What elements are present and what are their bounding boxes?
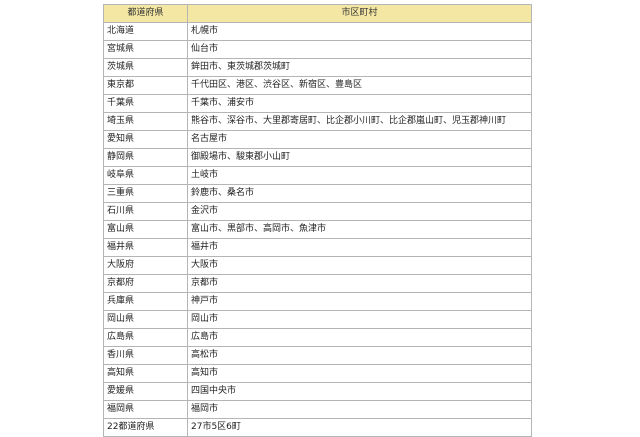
municipality-cell: 神戸市 [187, 292, 532, 311]
table-row: 愛媛県 四国中央市 [103, 382, 532, 401]
prefecture-cell: 茨城県 [103, 58, 188, 77]
municipality-cell: 札幌市 [187, 22, 532, 41]
municipality-cell: 鈴鹿市、桑名市 [187, 184, 532, 203]
table-row: 大阪府 大阪市 [103, 256, 532, 275]
prefecture-cell: 北海道 [103, 22, 188, 41]
prefecture-cell: 静岡県 [103, 148, 188, 167]
prefecture-cell: 岐阜県 [103, 166, 188, 185]
table-row: 茨城県 鉾田市、東茨城郡茨城町 [103, 58, 532, 77]
prefecture-cell: 石川県 [103, 202, 188, 221]
prefecture-cell: 岡山県 [103, 310, 188, 329]
table-row: 千葉県 千葉市、浦安市 [103, 94, 532, 113]
municipality-cell: 千代田区、港区、渋谷区、新宿区、豊島区 [187, 76, 532, 95]
prefecture-cell: 千葉県 [103, 94, 188, 113]
table-row: 富山県 富山市、黒部市、高岡市、魚津市 [103, 220, 532, 239]
prefecture-cell: 宮城県 [103, 40, 188, 59]
table-row: 埼玉県 熊谷市、深谷市、大里郡寄居町、比企郡小川町、比企郡嵐山町、児玉郡神川町 [103, 112, 532, 131]
municipality-cell: 大阪市 [187, 256, 532, 275]
prefecture-cell: 高知県 [103, 364, 188, 383]
prefecture-cell: 三重県 [103, 184, 188, 203]
table-row: 静岡県 御殿場市、駿東郡小山町 [103, 148, 532, 167]
prefecture-cell: 22都道府県 [103, 418, 188, 437]
table-row: 愛知県 名古屋市 [103, 130, 532, 149]
municipality-cell: 高松市 [187, 346, 532, 365]
prefecture-cell: 富山県 [103, 220, 188, 239]
municipality-cell: 高知市 [187, 364, 532, 383]
table-row: 福岡県 福岡市 [103, 400, 532, 419]
prefecture-cell: 東京都 [103, 76, 188, 95]
municipality-cell: 福井市 [187, 238, 532, 257]
municipality-cell: 御殿場市、駿東郡小山町 [187, 148, 532, 167]
prefecture-cell: 大阪府 [103, 256, 188, 275]
prefecture-cell: 京都府 [103, 274, 188, 293]
prefecture-cell: 福井県 [103, 238, 188, 257]
prefecture-cell: 広島県 [103, 328, 188, 347]
table-row: 京都府 京都市 [103, 274, 532, 293]
table-row: 岐阜県 土岐市 [103, 166, 532, 185]
municipality-cell: 金沢市 [187, 202, 532, 221]
municipality-cell: 27市5区6町 [187, 418, 532, 437]
municipality-cell: 岡山市 [187, 310, 532, 329]
table-header-row: 都道府県 市区町村 [103, 4, 532, 23]
table-row: 宮城県 仙台市 [103, 40, 532, 59]
municipality-table: 都道府県 市区町村 北海道 札幌市 宮城県 仙台市 茨城県 鉾田市、東茨城郡茨城町 東京都千… [103, 4, 532, 437]
prefecture-cell: 愛知県 [103, 130, 188, 149]
table-row: 岡山県 岡山市 [103, 310, 532, 329]
municipality-cell: 福岡市 [187, 400, 532, 419]
table-row: 北海道 札幌市 [103, 22, 532, 41]
municipality-cell: 鉾田市、東茨城郡茨城町 [187, 58, 532, 77]
municipality-cell: 京都市 [187, 274, 532, 293]
table-row: 三重県 鈴鹿市、桑名市 [103, 184, 532, 203]
prefecture-cell: 兵庫県 [103, 292, 188, 311]
municipality-cell: 土岐市 [187, 166, 532, 185]
municipality-cell: 熊谷市、深谷市、大里郡寄居町、比企郡小川町、比企郡嵐山町、児玉郡神川町 [187, 112, 532, 131]
table-row: 高知県 高知市 [103, 364, 532, 383]
table-row: 東京都 千代田区、港区、渋谷区、新宿区、豊島区 [103, 76, 532, 95]
municipality-cell: 千葉市、浦安市 [187, 94, 532, 113]
municipality-cell: 名古屋市 [187, 130, 532, 149]
table-row: 兵庫県 神戸市 [103, 292, 532, 311]
table-row: 22都道府県 27市5区6町 [103, 418, 532, 437]
prefecture-cell: 福岡県 [103, 400, 188, 419]
header-prefecture: 都道府県 [103, 4, 188, 23]
table-row: 香川県 高松市 [103, 346, 532, 365]
table-body: 北海道 札幌市 宮城県 仙台市 茨城県 鉾田市、東茨城郡茨城町 東京都 千代田区、港区、渋谷区… [103, 22, 532, 437]
municipality-cell: 仙台市 [187, 40, 532, 59]
table-row: 広島県 広島市 [103, 328, 532, 347]
table-row: 福井県 福井市 [103, 238, 532, 257]
header-municipality: 市区町村 [187, 4, 532, 23]
prefecture-cell: 香川県 [103, 346, 188, 365]
municipality-table-container: 都道府県 市区町村 北海道 札幌市 宮城県 仙台市 茨城県 鉾田市、東茨城郡茨城町 東京都千… [103, 4, 532, 437]
municipality-cell: 四国中央市 [187, 382, 532, 401]
table-row: 石川県 金沢市 [103, 202, 532, 221]
prefecture-cell: 埼玉県 [103, 112, 188, 131]
municipality-cell: 富山市、黒部市、高岡市、魚津市 [187, 220, 532, 239]
prefecture-cell: 愛媛県 [103, 382, 188, 401]
municipality-cell: 広島市 [187, 328, 532, 347]
